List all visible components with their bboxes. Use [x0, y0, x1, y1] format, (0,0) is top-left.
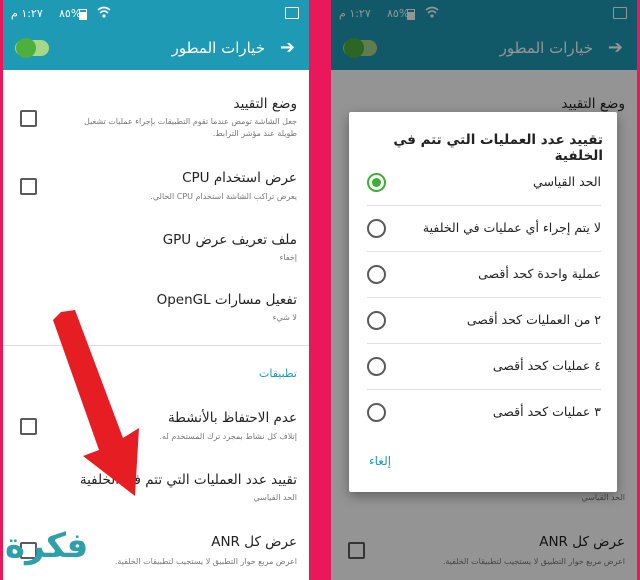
- arrow-right-icon[interactable]: ➔: [280, 36, 295, 60]
- wifi-icon: [97, 6, 111, 18]
- list-item[interactable]: عدم الاحتفاظ بالأنشطة إتلاف كل نشاط بمجر…: [3, 398, 309, 453]
- checkbox[interactable]: [20, 110, 37, 127]
- toolbar: خيارات المطور ➔: [3, 28, 309, 70]
- item-subtitle: الحد القياسي: [253, 493, 298, 502]
- status-bar: ١:٢٧ م ٨٥%: [3, 0, 309, 28]
- watermark-text: فكرة: [5, 526, 89, 566]
- radio-icon[interactable]: [367, 357, 386, 376]
- checkbox[interactable]: [20, 178, 37, 195]
- battery-icon: [79, 9, 87, 20]
- pointer-arrow: [53, 310, 139, 496]
- list-item[interactable]: ملف تعريف عرض GPU إخفاء: [3, 218, 309, 273]
- radio-icon[interactable]: [367, 219, 386, 238]
- cancel-button[interactable]: إلغاء: [369, 454, 391, 468]
- list-item[interactable]: تقييد عدد العمليات التي تتم في الخلفية ا…: [3, 458, 309, 513]
- left-screen: ١:٢٧ م ٨٥% خيارات المطور ➔ وضع التقييد ج…: [3, 0, 309, 580]
- watermark-logo: فكرة: [3, 526, 153, 580]
- item-title: عرض كل ANR: [211, 534, 297, 550]
- list-item[interactable]: عرض استخدام CPU يعرض تراكب الشاشة استخدا…: [3, 158, 309, 213]
- section-header: تطبيقات: [259, 367, 297, 380]
- right-screen: ١:٢٧ م ٨٥% خيارات المطور ➔ وضع التقييد ا…: [331, 0, 637, 580]
- radio-option[interactable]: ٣ عمليات كحد أقصى: [367, 390, 601, 436]
- radio-icon[interactable]: [367, 403, 386, 422]
- switch-knob: [16, 38, 36, 58]
- radio-option[interactable]: ٢ من العمليات كحد أقصى: [367, 298, 601, 344]
- radio-option[interactable]: الحد القياسي: [367, 160, 601, 206]
- item-subtitle: جعل الشاشة تومض عندما تقوم التطبيقات بإج…: [84, 117, 297, 138]
- item-title: ملف تعريف عرض GPU: [162, 232, 297, 248]
- radio-icon[interactable]: [367, 311, 386, 330]
- gallery-icon: [285, 7, 299, 19]
- status-time: ١:٢٧ م: [11, 7, 43, 20]
- radio-option[interactable]: لا يتم إجراء أي عمليات في الخلفية: [367, 206, 601, 252]
- page-title: خيارات المطور: [171, 39, 265, 57]
- radio-icon[interactable]: [367, 265, 386, 284]
- list-item[interactable]: وضع التقييد جعل الشاشة تومض عندما تقوم ا…: [3, 70, 309, 148]
- option-label: ٣ عمليات كحد أقصى: [492, 404, 601, 419]
- option-label: لا يتم إجراء أي عمليات في الخلفية: [422, 220, 601, 235]
- radio-selected-icon[interactable]: [367, 173, 386, 192]
- item-title: عدم الاحتفاظ بالأنشطة: [167, 410, 297, 426]
- radio-option[interactable]: ٤ عمليات كحد أقصى: [367, 344, 601, 390]
- option-label: الحد القياسي: [533, 174, 601, 189]
- option-label: ٤ عمليات كحد أقصى: [492, 358, 601, 373]
- process-limit-dialog: تقييد عدد العمليات التي تتم في الخلفية ا…: [349, 112, 617, 492]
- item-subtitle: يعرض تراكب الشاشة استخدام CPU الحالي.: [150, 192, 297, 201]
- radio-option[interactable]: عملية واحدة كحد أقصى: [367, 252, 601, 298]
- item-subtitle: لا شيء: [272, 313, 297, 322]
- item-subtitle: إتلاف كل نشاط بمجرد ترك المستخدم له.: [159, 432, 298, 441]
- item-subtitle: إخفاء: [279, 253, 297, 262]
- item-title: تفعيل مسارات OpenGL: [156, 292, 297, 308]
- option-label: عملية واحدة كحد أقصى: [478, 266, 601, 281]
- option-label: ٢ من العمليات كحد أقصى: [466, 312, 601, 327]
- list-item[interactable]: تفعيل مسارات OpenGL لا شيء: [3, 278, 309, 333]
- item-title: وضع التقييد: [233, 96, 297, 112]
- item-title: عرض استخدام CPU: [182, 170, 297, 186]
- developer-options-switch[interactable]: [15, 38, 49, 58]
- checkbox[interactable]: [20, 418, 37, 435]
- section-divider: [3, 345, 309, 346]
- battery-level: ٨٥%: [59, 7, 82, 20]
